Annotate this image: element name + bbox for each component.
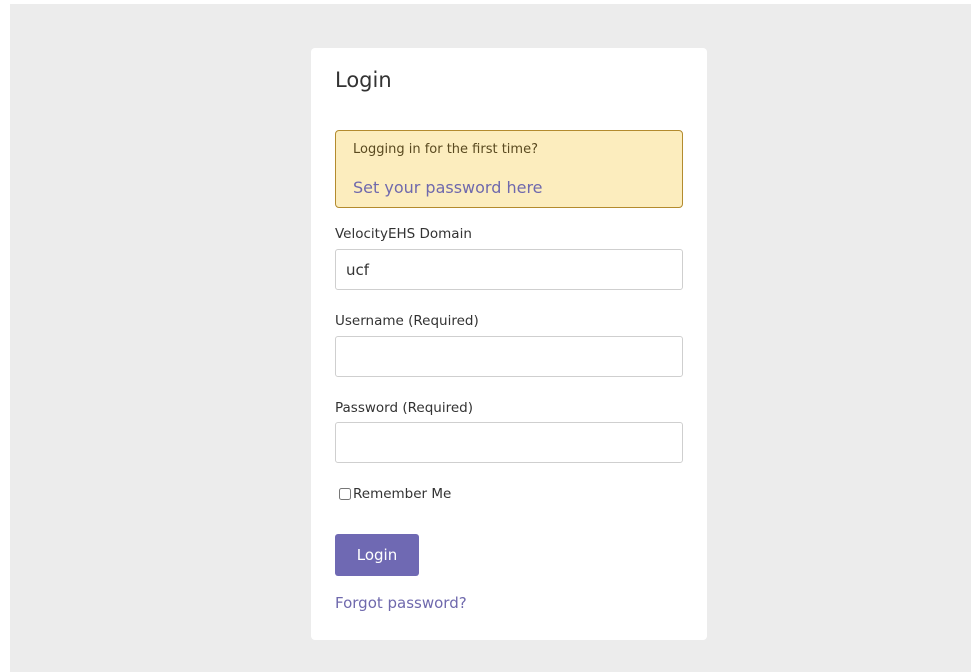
username-field[interactable] xyxy=(335,336,683,377)
login-card: Login Logging in for the first time? Set… xyxy=(311,48,707,640)
remember-me[interactable]: Remember Me xyxy=(339,486,451,502)
set-password-link[interactable]: Set your password here xyxy=(353,178,543,197)
login-button[interactable]: Login xyxy=(335,534,419,576)
password-field[interactable] xyxy=(335,422,683,463)
username-label: Username (Required) xyxy=(335,313,479,329)
first-time-alert: Logging in for the first time? Set your … xyxy=(335,130,683,208)
remember-me-checkbox[interactable] xyxy=(339,488,351,500)
password-label: Password (Required) xyxy=(335,400,473,416)
forgot-password-link[interactable]: Forgot password? xyxy=(335,594,467,612)
page-background: Login Logging in for the first time? Set… xyxy=(10,4,971,672)
domain-field[interactable] xyxy=(335,249,683,290)
domain-label: VelocityEHS Domain xyxy=(335,226,472,242)
remember-me-label: Remember Me xyxy=(353,486,452,502)
first-time-alert-text: Logging in for the first time? xyxy=(353,142,538,157)
login-title: Login xyxy=(335,68,392,92)
